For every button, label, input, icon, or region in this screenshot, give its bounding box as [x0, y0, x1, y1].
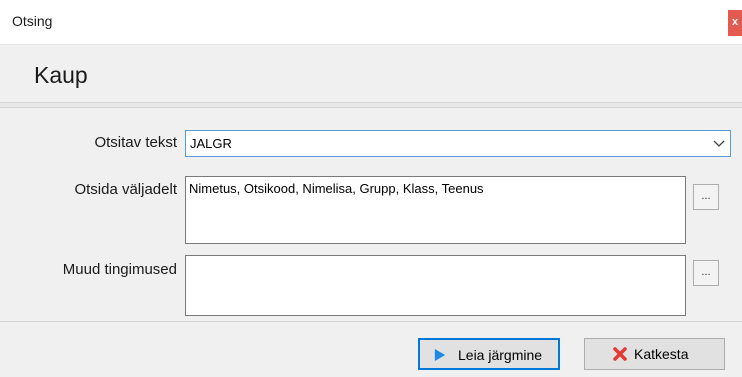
title-bar: Otsing x: [0, 0, 742, 45]
page-title: Kaup: [34, 62, 88, 88]
x-icon: [613, 347, 627, 361]
find-next-button[interactable]: Leia järgmine: [418, 338, 560, 370]
chevron-down-icon[interactable]: [712, 138, 726, 150]
close-button[interactable]: x: [728, 10, 742, 36]
search-fields-value: Nimetus, Otsikood, Nimelisa, Grupp, Klas…: [189, 181, 484, 196]
cancel-button[interactable]: Katkesta: [584, 338, 725, 370]
other-conditions-textarea[interactable]: [185, 255, 686, 316]
play-icon: [434, 349, 446, 361]
other-conditions-browse-button[interactable]: ...: [693, 260, 719, 286]
cancel-label: Katkesta: [634, 346, 689, 362]
find-next-label: Leia järgmine: [458, 347, 543, 363]
search-text-value: JALGR: [190, 136, 232, 151]
header-panel: [0, 45, 742, 103]
search-fields-label: Otsida väljadelt: [74, 181, 177, 198]
search-text-label: Otsitav tekst: [94, 134, 177, 151]
search-text-combobox[interactable]: JALGR: [185, 130, 731, 157]
search-fields-textarea[interactable]: Nimetus, Otsikood, Nimelisa, Grupp, Klas…: [185, 176, 686, 244]
other-conditions-label: Muud tingimused: [62, 261, 177, 278]
window-title: Otsing: [12, 13, 53, 29]
search-fields-browse-button[interactable]: ...: [693, 184, 719, 210]
